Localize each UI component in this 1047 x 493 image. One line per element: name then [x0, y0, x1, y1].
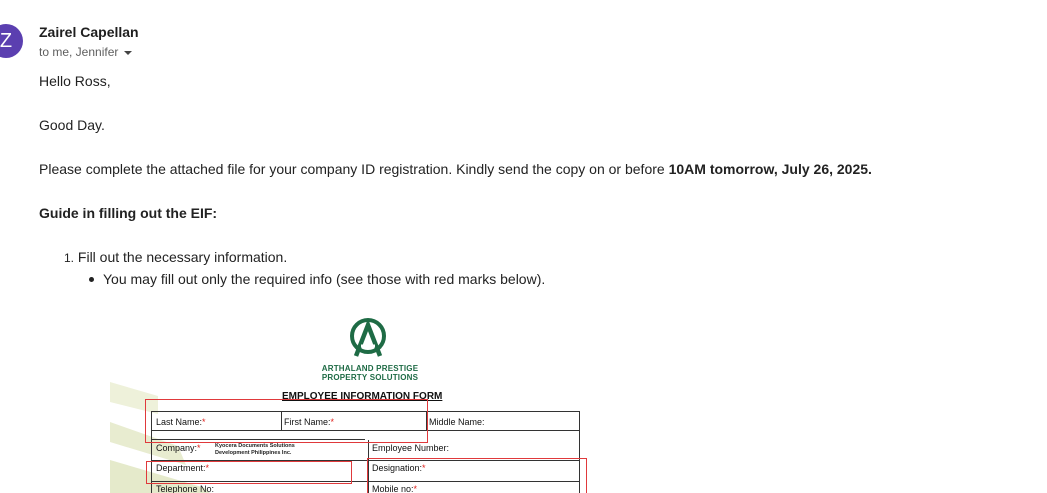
greeting-text: Hello Ross, — [39, 73, 111, 89]
guide-heading: Guide in filling out the EIF: — [39, 205, 218, 221]
last-name-label: Last Name:* — [156, 417, 206, 427]
good-day-text: Good Day. — [39, 117, 105, 133]
list-number: 1. — [64, 251, 75, 265]
middle-name-label: Middle Name: — [429, 417, 485, 427]
recipient-details-toggle[interactable]: to me, Jennifer — [39, 45, 133, 59]
company-name-line2: PROPERTY SOLUTIONS — [321, 373, 419, 382]
bullet-icon — [89, 277, 94, 282]
employee-number-label: Employee Number: — [372, 443, 450, 453]
sub-bullet-text: You may fill out only the required info … — [103, 271, 546, 287]
avatar-letter: Z — [0, 29, 13, 52]
list-item: 1. Fill out the necessary information. — [64, 249, 287, 265]
company-logo-icon — [350, 318, 386, 357]
telephone-label: Telephone No: — [156, 484, 215, 493]
department-label: Department:* — [156, 463, 210, 473]
recipients-text: to me, Jennifer — [39, 45, 119, 59]
designation-label: Designation:* — [372, 463, 426, 473]
company-name: ARTHALAND PRESTIGE PROPERTY SOLUTIONS — [315, 364, 425, 382]
mobile-label: Mobile no:* — [372, 484, 418, 493]
inline-form-image[interactable]: ARTHALAND PRESTIGE PROPERTY SOLUTIONS EM… — [110, 310, 590, 493]
company-label: Company:* — [156, 443, 201, 453]
instruction-text: Please complete the attached file for yo… — [39, 161, 669, 177]
chevron-down-icon — [124, 50, 133, 55]
company-name-line1: ARTHALAND PRESTIGE — [321, 364, 419, 373]
first-name-label: First Name:* — [284, 417, 335, 427]
sender-name[interactable]: Zairel Capellan — [39, 24, 139, 40]
company-value: Kyocera Documents Solutions Development … — [215, 443, 295, 456]
sender-avatar[interactable]: Z — [0, 24, 23, 58]
deadline-text: 10AM tomorrow, July 26, 2025. — [668, 161, 872, 177]
list-item-text: Fill out the necessary information. — [77, 249, 288, 265]
email-message-view: Z Zairel Capellan to me, Jennifer Hello … — [0, 0, 1047, 493]
instruction-paragraph: Please complete the attached file for yo… — [39, 161, 872, 177]
